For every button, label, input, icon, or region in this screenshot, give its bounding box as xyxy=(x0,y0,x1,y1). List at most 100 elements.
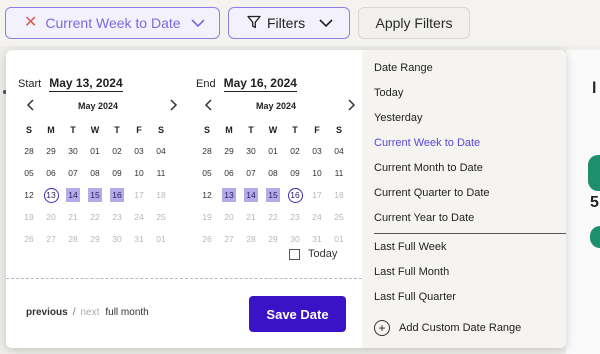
day-cell[interactable]: 18 xyxy=(328,184,350,206)
day-cell[interactable]: 09 xyxy=(284,162,306,184)
day-cell[interactable]: 14 xyxy=(62,184,84,206)
preset-option[interactable]: Date Range xyxy=(374,62,433,74)
day-cell[interactable]: 19 xyxy=(18,206,40,228)
day-cell[interactable]: 11 xyxy=(150,162,172,184)
day-cell[interactable]: 06 xyxy=(218,162,240,184)
day-cell[interactable]: 03 xyxy=(128,140,150,162)
day-cell[interactable]: 31 xyxy=(306,228,328,250)
day-cell[interactable]: 01 xyxy=(328,228,350,250)
day-cell[interactable]: 08 xyxy=(84,162,106,184)
day-cell[interactable]: 23 xyxy=(284,206,306,228)
close-icon[interactable]: ✕ xyxy=(24,15,37,31)
previous-link[interactable]: previous xyxy=(26,307,68,318)
date-range-button[interactable]: ✕ Current Week to Date xyxy=(5,7,220,39)
day-number: 21 xyxy=(246,212,256,222)
day-number: 30 xyxy=(246,146,256,156)
preset-option[interactable]: Today xyxy=(374,87,403,99)
day-cell[interactable]: 12 xyxy=(196,184,218,206)
save-date-button[interactable]: Save Date xyxy=(249,296,346,332)
day-cell[interactable]: 14 xyxy=(240,184,262,206)
today-toggle[interactable]: Today xyxy=(289,248,337,260)
filters-button[interactable]: Filters xyxy=(228,7,350,39)
day-cell[interactable]: 20 xyxy=(218,206,240,228)
add-custom-range-button[interactable]: + Add Custom Date Range xyxy=(374,320,521,336)
day-cell[interactable]: 10 xyxy=(128,162,150,184)
day-cell[interactable]: 29 xyxy=(262,228,284,250)
day-cell[interactable]: 01 xyxy=(262,140,284,162)
day-cell[interactable]: 28 xyxy=(196,140,218,162)
preset-option[interactable]: Last Full Month xyxy=(374,266,449,278)
day-cell[interactable]: 11 xyxy=(328,162,350,184)
day-cell[interactable]: 20 xyxy=(40,206,62,228)
day-cell[interactable]: 17 xyxy=(128,184,150,206)
day-cell[interactable]: 05 xyxy=(196,162,218,184)
preset-option[interactable]: Last Full Quarter xyxy=(374,291,456,303)
day-cell[interactable]: 16 xyxy=(106,184,128,206)
day-cell[interactable]: 31 xyxy=(128,228,150,250)
day-cell[interactable]: 04 xyxy=(150,140,172,162)
day-cell[interactable]: 02 xyxy=(284,140,306,162)
end-date-field[interactable]: May 16, 2024 xyxy=(223,76,297,92)
day-cell[interactable]: 15 xyxy=(262,184,284,206)
day-cell[interactable]: 26 xyxy=(196,228,218,250)
preset-option[interactable]: Yesterday xyxy=(374,112,423,124)
day-cell[interactable]: 29 xyxy=(218,140,240,162)
day-cell[interactable]: 01 xyxy=(84,140,106,162)
day-cell[interactable]: 28 xyxy=(240,228,262,250)
day-cell[interactable]: 28 xyxy=(18,140,40,162)
chevron-right-icon[interactable] xyxy=(170,98,178,114)
day-cell[interactable]: 10 xyxy=(306,162,328,184)
day-cell[interactable]: 17 xyxy=(306,184,328,206)
day-number: 15 xyxy=(88,188,102,202)
day-number: 28 xyxy=(246,234,256,244)
day-cell[interactable]: 02 xyxy=(106,140,128,162)
day-cell[interactable]: 30 xyxy=(62,140,84,162)
day-cell[interactable]: 03 xyxy=(306,140,328,162)
day-cell[interactable]: 07 xyxy=(240,162,262,184)
preset-option[interactable]: Current Month to Date xyxy=(374,162,483,174)
day-cell[interactable]: 13 xyxy=(218,184,240,206)
today-checkbox[interactable] xyxy=(289,248,300,260)
day-cell[interactable]: 21 xyxy=(62,206,84,228)
day-cell[interactable]: 23 xyxy=(106,206,128,228)
day-cell[interactable]: 25 xyxy=(150,206,172,228)
day-cell[interactable]: 30 xyxy=(284,228,306,250)
day-cell[interactable]: 07 xyxy=(62,162,84,184)
chevron-right-icon[interactable] xyxy=(348,98,356,114)
day-cell[interactable]: 05 xyxy=(18,162,40,184)
day-number: 17 xyxy=(134,190,144,200)
day-cell[interactable]: 24 xyxy=(306,206,328,228)
start-date-field[interactable]: May 13, 2024 xyxy=(49,76,123,92)
preset-option[interactable]: Current Year to Date xyxy=(374,212,474,224)
apply-filters-button[interactable]: Apply Filters xyxy=(358,7,470,39)
day-cell[interactable]: 30 xyxy=(240,140,262,162)
day-cell[interactable]: 24 xyxy=(128,206,150,228)
day-cell[interactable]: 27 xyxy=(218,228,240,250)
day-cell[interactable]: 04 xyxy=(328,140,350,162)
preset-option[interactable]: Current Week to Date xyxy=(374,137,480,149)
day-cell[interactable]: 29 xyxy=(84,228,106,250)
day-cell[interactable]: 28 xyxy=(62,228,84,250)
day-cell[interactable]: 25 xyxy=(328,206,350,228)
day-cell[interactable]: 27 xyxy=(40,228,62,250)
preset-option[interactable]: Current Quarter to Date xyxy=(374,187,490,199)
day-cell[interactable]: 09 xyxy=(106,162,128,184)
filters-label: Filters xyxy=(267,15,306,31)
day-cell[interactable]: 01 xyxy=(150,228,172,250)
day-cell[interactable]: 06 xyxy=(40,162,62,184)
day-cell[interactable]: 19 xyxy=(196,206,218,228)
day-cell[interactable]: 21 xyxy=(240,206,262,228)
day-cell[interactable]: 08 xyxy=(262,162,284,184)
day-cell[interactable]: 13 xyxy=(40,184,62,206)
day-cell[interactable]: 30 xyxy=(106,228,128,250)
next-link[interactable]: next xyxy=(80,307,99,318)
day-cell[interactable]: 22 xyxy=(262,206,284,228)
preset-option[interactable]: Last Full Week xyxy=(374,241,447,253)
day-cell[interactable]: 29 xyxy=(40,140,62,162)
day-cell[interactable]: 15 xyxy=(84,184,106,206)
day-cell[interactable]: 12 xyxy=(18,184,40,206)
day-cell[interactable]: 16 xyxy=(284,184,306,206)
day-cell[interactable]: 22 xyxy=(84,206,106,228)
day-cell[interactable]: 26 xyxy=(18,228,40,250)
day-cell[interactable]: 18 xyxy=(150,184,172,206)
